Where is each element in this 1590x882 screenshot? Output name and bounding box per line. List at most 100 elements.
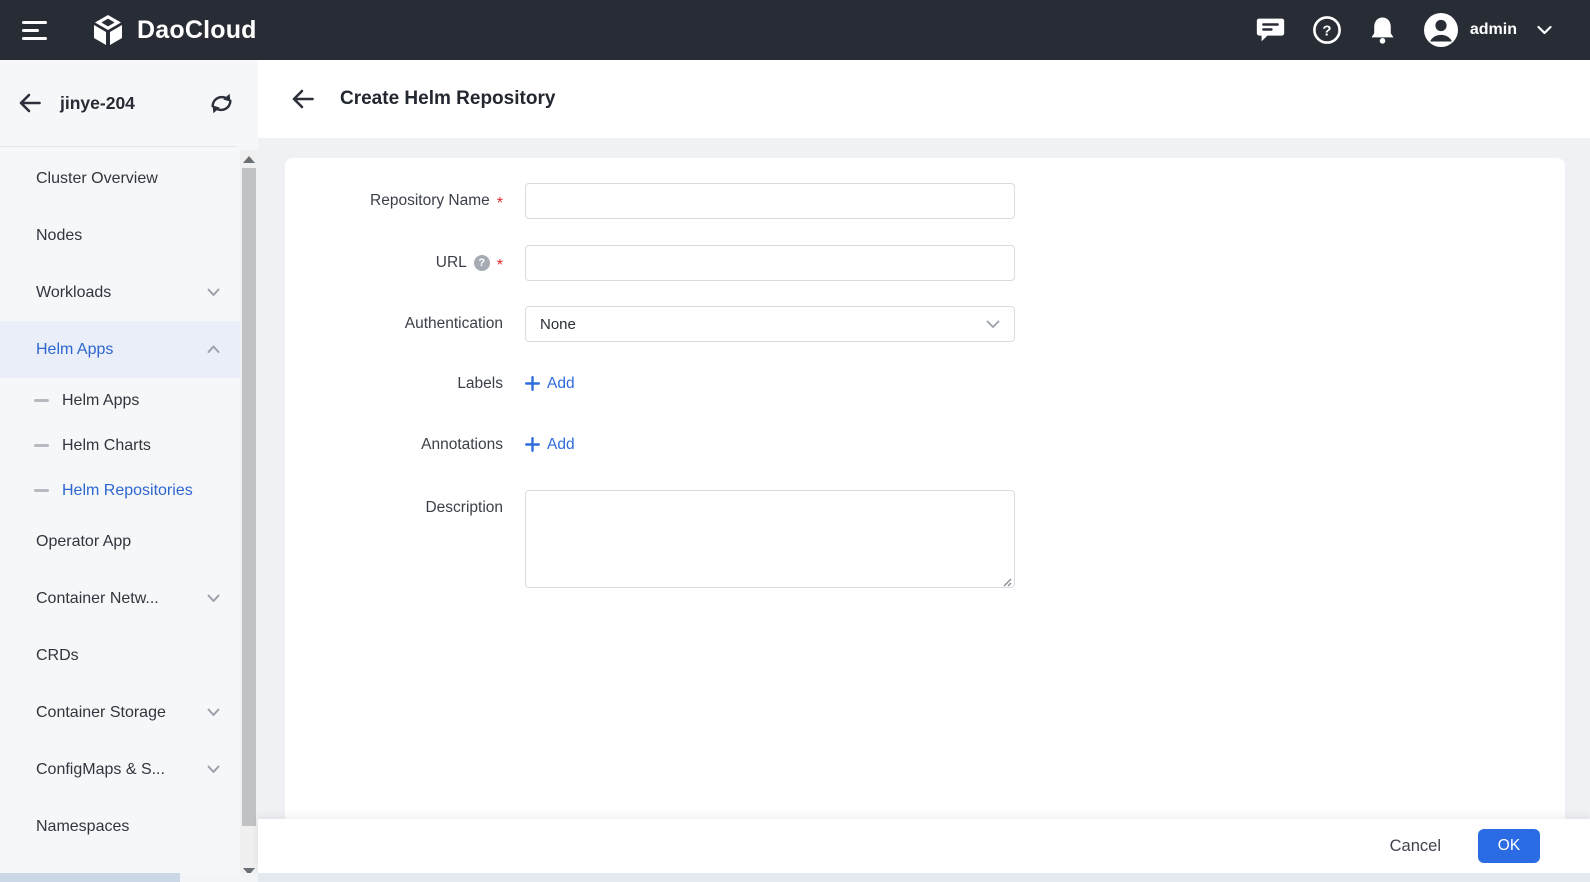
authentication-select[interactable]: None bbox=[525, 306, 1015, 342]
sidebar-item-label: Cluster Overview bbox=[36, 170, 158, 188]
sidebar-subitem-helm-charts[interactable]: Helm Charts bbox=[0, 423, 240, 468]
url-input[interactable] bbox=[525, 245, 1015, 281]
chevron-down-icon bbox=[207, 288, 220, 297]
topbar-actions: ? admin bbox=[1229, 12, 1552, 48]
sidebar-item-helm-apps-group[interactable]: Helm Apps bbox=[0, 321, 240, 378]
scrollbar-thumb[interactable] bbox=[242, 168, 256, 826]
sidebar-item-label: Container Netw... bbox=[36, 590, 159, 608]
brand-name: DaoCloud bbox=[137, 16, 257, 45]
sidebar: jinye-204 Cluster Overview Nodes Workloa… bbox=[0, 60, 258, 882]
brand-logo[interactable]: DaoCloud bbox=[90, 12, 257, 48]
sidebar-item-label: Helm Repositories bbox=[62, 482, 193, 500]
sidebar-item-cluster-overview[interactable]: Cluster Overview bbox=[0, 150, 240, 207]
sidebar-item-namespaces[interactable]: Namespaces bbox=[0, 798, 240, 855]
dash-icon bbox=[34, 399, 49, 402]
cluster-name: jinye-204 bbox=[60, 93, 135, 114]
field-label: Authentication bbox=[285, 306, 525, 342]
sidebar-item-operator-app[interactable]: Operator App bbox=[0, 513, 240, 570]
sidebar-item-label: Namespaces bbox=[36, 818, 129, 836]
sidebar-item-configmaps-secrets[interactable]: ConfigMaps & S... bbox=[0, 741, 240, 798]
sidebar-item-label: Container Storage bbox=[36, 704, 166, 722]
sidebar-item-label: Nodes bbox=[36, 227, 82, 245]
notifications-bell-icon[interactable] bbox=[1369, 16, 1396, 45]
sidebar-subitem-helm-apps[interactable]: Helm Apps bbox=[0, 378, 240, 423]
url-label: URL bbox=[436, 254, 467, 272]
sidebar-horizontal-scrollbar bbox=[0, 873, 258, 882]
sidebar-header: jinye-204 bbox=[0, 60, 258, 146]
horizontal-scrollbar-thumb[interactable] bbox=[0, 873, 180, 882]
chevron-up-icon bbox=[207, 345, 220, 354]
page-back-arrow-icon[interactable] bbox=[291, 89, 315, 109]
sidebar-item-workloads[interactable]: Workloads bbox=[0, 264, 240, 321]
chevron-down-icon bbox=[207, 765, 220, 774]
sidebar-divider bbox=[0, 146, 237, 147]
field-label: Description bbox=[285, 490, 525, 593]
description-textarea[interactable] bbox=[525, 490, 1015, 588]
field-label: URL ? * bbox=[285, 245, 525, 281]
main-content: Create Helm Repository Repository Name * bbox=[258, 60, 1590, 882]
form-row-authentication: Authentication None bbox=[285, 306, 1565, 342]
field-label: Annotations bbox=[285, 436, 525, 454]
chevron-down-icon bbox=[207, 594, 220, 603]
page-title: Create Helm Repository bbox=[340, 88, 555, 110]
messages-icon[interactable] bbox=[1256, 17, 1285, 44]
authentication-label: Authentication bbox=[405, 315, 503, 333]
hamburger-menu-icon[interactable] bbox=[22, 21, 48, 40]
form-row-repository-name: Repository Name * bbox=[285, 183, 1565, 219]
annotations-label: Annotations bbox=[421, 436, 503, 454]
url-help-icon[interactable]: ? bbox=[474, 255, 490, 271]
sidebar-item-label: Helm Charts bbox=[62, 437, 151, 455]
dash-icon bbox=[34, 444, 49, 447]
labels-label: Labels bbox=[457, 375, 503, 393]
daocloud-cube-icon bbox=[90, 12, 126, 48]
scrollbar-up-arrow[interactable] bbox=[243, 156, 255, 163]
sidebar-subitem-helm-repositories[interactable]: Helm Repositories bbox=[0, 468, 240, 513]
select-chevron-down-icon bbox=[986, 320, 1000, 329]
create-helm-repo-form: Repository Name * URL ? * bbox=[285, 158, 1565, 593]
sidebar-item-label: Operator App bbox=[36, 533, 131, 551]
dash-icon bbox=[34, 489, 49, 492]
sidebar-item-container-storage[interactable]: Container Storage bbox=[0, 684, 240, 741]
form-row-description: Description bbox=[285, 490, 1565, 593]
sidebar-back-arrow-icon[interactable] bbox=[18, 93, 42, 113]
annotations-add-button[interactable]: Add bbox=[525, 433, 575, 457]
form-row-annotations: Annotations Add bbox=[285, 433, 1565, 457]
app-window: DaoCloud ? bbox=[0, 0, 1590, 882]
plus-icon bbox=[525, 376, 540, 391]
chevron-down-icon bbox=[207, 708, 220, 717]
sidebar-item-nodes[interactable]: Nodes bbox=[0, 207, 240, 264]
sidebar-item-label: CRDs bbox=[36, 647, 79, 665]
textarea-resize-handle-icon[interactable] bbox=[1001, 576, 1012, 587]
sidebar-scrollbar bbox=[240, 150, 258, 882]
sidebar-item-label: Workloads bbox=[36, 284, 111, 302]
form-card: Repository Name * URL ? * bbox=[285, 158, 1565, 830]
sidebar-item-label: Helm Apps bbox=[62, 392, 139, 410]
username-label: admin bbox=[1470, 21, 1517, 39]
help-icon[interactable]: ? bbox=[1312, 15, 1342, 45]
authentication-selected-value: None bbox=[540, 316, 576, 333]
switch-cluster-icon[interactable] bbox=[209, 92, 234, 115]
user-avatar-icon[interactable] bbox=[1423, 12, 1459, 48]
required-asterisk: * bbox=[497, 258, 503, 274]
main-horizontal-scrollbar[interactable] bbox=[258, 873, 1590, 882]
form-action-footer: Cancel OK bbox=[258, 819, 1590, 873]
labels-add-button[interactable]: Add bbox=[525, 372, 575, 396]
sidebar-item-crds[interactable]: CRDs bbox=[0, 627, 240, 684]
svg-text:?: ? bbox=[1322, 23, 1331, 40]
user-menu-chevron-down-icon[interactable] bbox=[1537, 25, 1552, 35]
sidebar-menu: Cluster Overview Nodes Workloads Helm Ap… bbox=[0, 150, 240, 855]
cancel-button[interactable]: Cancel bbox=[1390, 837, 1441, 856]
form-row-labels: Labels Add bbox=[285, 372, 1565, 396]
plus-icon bbox=[525, 437, 540, 452]
sidebar-item-label: ConfigMaps & S... bbox=[36, 761, 165, 779]
field-label: Labels bbox=[285, 375, 525, 393]
sidebar-item-label: Helm Apps bbox=[36, 341, 113, 359]
repository-name-input[interactable] bbox=[525, 183, 1015, 219]
add-button-label: Add bbox=[547, 436, 575, 454]
ok-button[interactable]: OK bbox=[1478, 829, 1540, 863]
page-header: Create Helm Repository bbox=[258, 60, 1590, 138]
top-navbar: DaoCloud ? bbox=[0, 0, 1590, 60]
required-asterisk: * bbox=[497, 196, 503, 212]
sidebar-item-container-network[interactable]: Container Netw... bbox=[0, 570, 240, 627]
description-label: Description bbox=[425, 499, 503, 517]
